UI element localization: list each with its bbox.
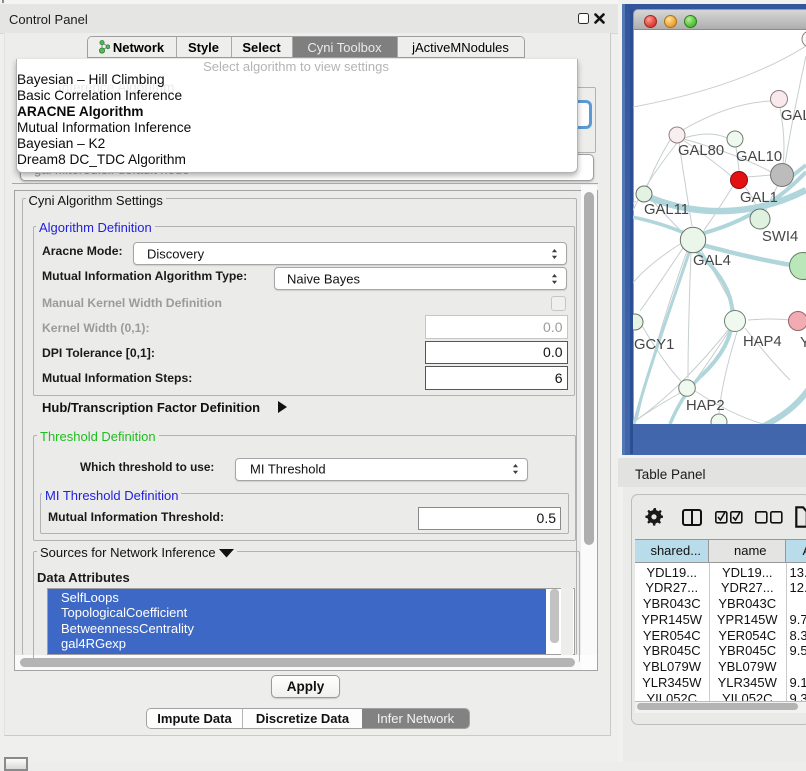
svg-text:SWI4: SWI4 [762, 229, 798, 245]
svg-text:GCY1: GCY1 [634, 337, 674, 353]
svg-text:GAL4: GAL4 [693, 253, 731, 269]
svg-text:GAL11: GAL11 [644, 202, 689, 218]
svg-text:HAP2: HAP2 [686, 398, 725, 414]
svg-text:YEL0: YEL0 [800, 335, 806, 351]
svg-text:GAL80: GAL80 [678, 143, 724, 159]
svg-text:GAL10: GAL10 [736, 149, 782, 165]
svg-text:GAL1: GAL1 [740, 190, 778, 206]
svg-text:GAL7: GAL7 [781, 108, 806, 124]
svg-text:HAP4: HAP4 [743, 334, 782, 350]
